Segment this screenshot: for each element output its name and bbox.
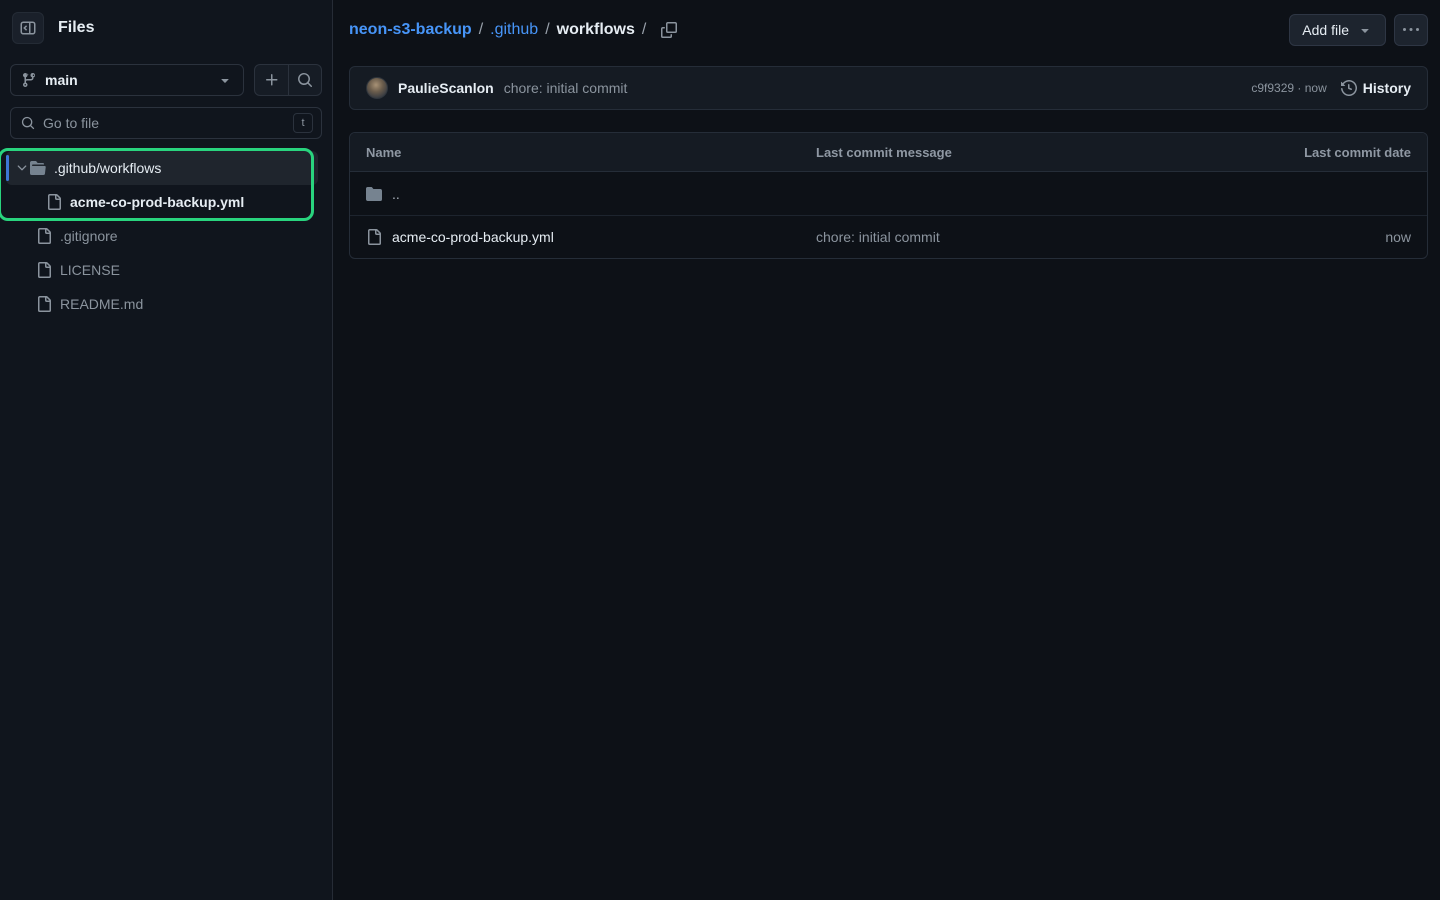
kebab-horizontal-icon xyxy=(1403,22,1419,38)
breadcrumb-separator: / xyxy=(642,21,646,39)
search-icon xyxy=(297,72,313,88)
content-topbar: neon-s3-backup / .github / workflows / A… xyxy=(349,14,1428,46)
shortcut-key-badge: t xyxy=(293,113,313,133)
breadcrumb-separator: / xyxy=(479,21,483,39)
sidebar-header: Files xyxy=(0,0,332,44)
file-icon xyxy=(366,229,382,245)
history-button[interactable]: History xyxy=(1341,80,1411,96)
row-commit-message[interactable]: chore: initial commit xyxy=(800,229,1267,245)
tree-action-buttons xyxy=(254,64,322,96)
history-label: History xyxy=(1363,80,1411,96)
plus-icon xyxy=(264,72,280,88)
file-icon xyxy=(46,194,62,210)
commit-message-link[interactable]: chore: initial commit xyxy=(504,80,628,96)
more-options-button[interactable] xyxy=(1394,14,1428,46)
tree-item-github-workflows[interactable]: .github/workflows xyxy=(6,151,318,185)
tree-item-label: LICENSE xyxy=(60,262,120,278)
copy-path-button[interactable] xyxy=(661,22,677,38)
column-header-name: Name xyxy=(350,145,800,160)
breadcrumb-separator: / xyxy=(545,21,549,39)
commit-author-link[interactable]: PaulieScanlon xyxy=(398,80,494,96)
file-icon xyxy=(36,296,52,312)
go-to-file-input[interactable] xyxy=(43,115,285,131)
copy-icon xyxy=(661,22,677,38)
collapse-sidebar-button[interactable] xyxy=(12,12,44,44)
file-icon xyxy=(36,262,52,278)
history-icon xyxy=(1341,80,1357,96)
breadcrumb-github-link[interactable]: .github xyxy=(490,21,538,39)
branch-selector[interactable]: main xyxy=(10,64,244,96)
file-tree: .github/workflows acme-co-prod-backup.ym… xyxy=(0,151,332,321)
add-file-label: Add file xyxy=(1302,22,1349,38)
chevron-down-icon xyxy=(14,161,30,175)
table-row-parent-directory[interactable]: .. xyxy=(350,172,1427,215)
search-tree-button[interactable] xyxy=(288,65,321,95)
tree-item-readme[interactable]: README.md xyxy=(6,287,318,321)
go-to-file-search[interactable]: t xyxy=(10,107,322,139)
search-icon xyxy=(21,116,35,130)
git-branch-icon xyxy=(21,72,37,88)
tree-item-gitignore[interactable]: .gitignore xyxy=(6,219,318,253)
repo-content-area: neon-s3-backup / .github / workflows / A… xyxy=(333,0,1440,259)
file-listing-table: Name Last commit message Last commit dat… xyxy=(349,132,1428,259)
file-icon xyxy=(36,228,52,244)
column-header-last-commit-date: Last commit date xyxy=(1267,145,1427,160)
current-branch-name: main xyxy=(45,72,209,88)
folder-open-icon xyxy=(30,160,46,176)
breadcrumb-repo-link[interactable]: neon-s3-backup xyxy=(349,21,472,39)
parent-directory-link[interactable]: .. xyxy=(392,186,400,202)
sidebar-collapse-icon xyxy=(20,20,36,36)
tree-item-label: acme-co-prod-backup.yml xyxy=(70,194,244,210)
add-file-button[interactable]: Add file xyxy=(1289,14,1386,46)
tree-item-license[interactable]: LICENSE xyxy=(6,253,318,287)
file-tree-sidebar: Files main xyxy=(0,0,333,900)
commit-meta: c9f9329 · now History xyxy=(1251,80,1411,96)
files-panel-title: Files xyxy=(58,19,94,37)
tree-item-label: README.md xyxy=(60,296,143,312)
tree-item-label: .github/workflows xyxy=(54,160,161,176)
commit-sha-and-time[interactable]: c9f9329 · now xyxy=(1251,81,1326,95)
column-header-last-commit-message: Last commit message xyxy=(800,145,1267,160)
new-file-button[interactable] xyxy=(255,65,288,95)
breadcrumb: neon-s3-backup / .github / workflows / xyxy=(349,21,677,39)
breadcrumb-current-folder: workflows xyxy=(557,21,635,39)
latest-commit-bar: PaulieScanlon chore: initial commit c9f9… xyxy=(349,66,1428,110)
tree-item-acme-co-prod-backup[interactable]: acme-co-prod-backup.yml xyxy=(6,185,318,219)
chevron-down-icon xyxy=(217,72,233,88)
chevron-down-icon xyxy=(1357,22,1373,38)
topbar-actions: Add file xyxy=(1289,14,1428,46)
tree-item-label: .gitignore xyxy=(60,228,118,244)
row-commit-date: now xyxy=(1267,229,1427,245)
table-row-acme-co-prod-backup[interactable]: acme-co-prod-backup.yml chore: initial c… xyxy=(350,215,1427,258)
author-avatar[interactable] xyxy=(366,77,388,99)
folder-icon xyxy=(366,186,382,202)
file-name-link[interactable]: acme-co-prod-backup.yml xyxy=(392,229,554,245)
sidebar-controls: main xyxy=(0,64,332,96)
table-header-row: Name Last commit message Last commit dat… xyxy=(350,133,1427,172)
